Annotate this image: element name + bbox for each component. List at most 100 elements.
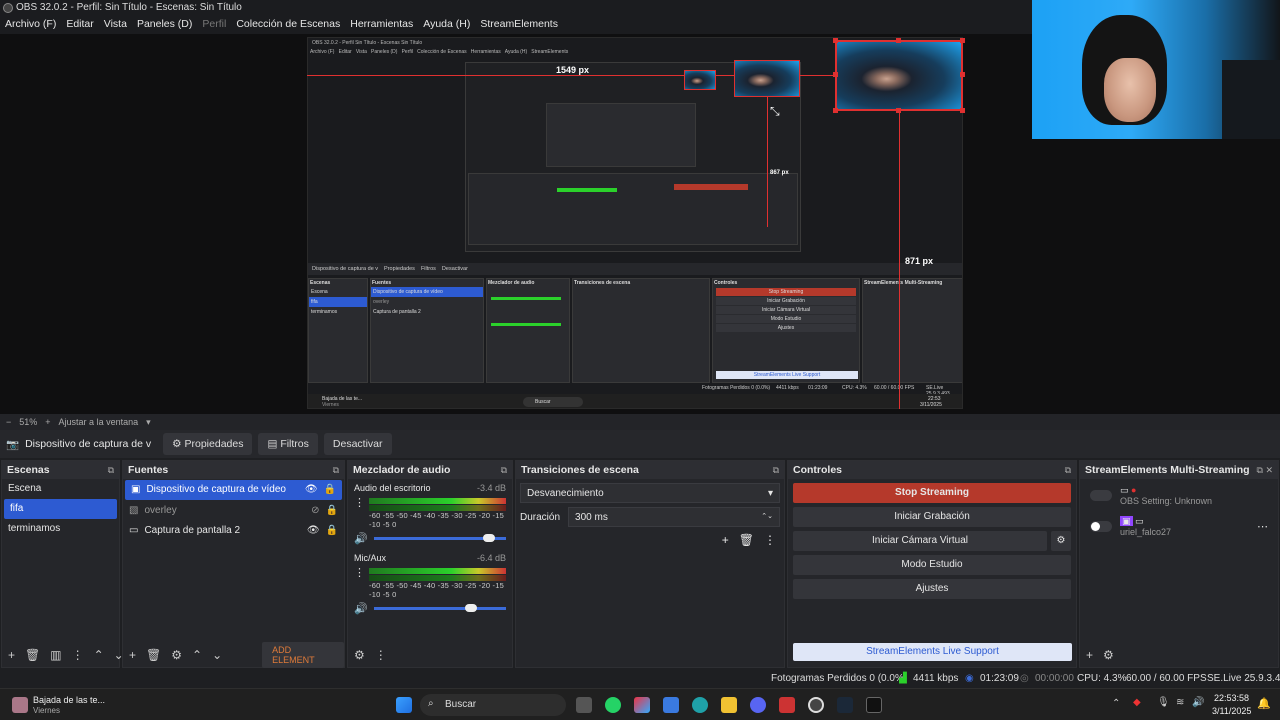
volume-slider[interactable] bbox=[373, 604, 506, 612]
undock-icon[interactable]: ⧉ bbox=[108, 465, 114, 476]
scene-item-terminamos[interactable]: terminamos bbox=[2, 519, 119, 539]
source-item-screen[interactable]: ▭ Captura de pantalla 2 👁 🔒 bbox=[123, 521, 344, 541]
properties-button[interactable]: ⚙ Propiedades bbox=[163, 433, 253, 455]
stop-streaming-button[interactable]: Stop Streaming bbox=[793, 483, 1071, 503]
transition-select[interactable]: Desvanecimiento ▾ bbox=[520, 483, 780, 503]
kebab-icon[interactable]: ⋮ bbox=[72, 648, 84, 662]
volume-icon[interactable]: 🔊 bbox=[1192, 697, 1204, 708]
resize-handle[interactable] bbox=[896, 108, 901, 113]
steam-icon[interactable] bbox=[837, 697, 853, 713]
add-icon[interactable]: + bbox=[722, 533, 729, 547]
advanced-audio-icon[interactable]: ⚙ bbox=[354, 648, 365, 662]
menu-coleccion-escenas[interactable]: Colección de Escenas bbox=[236, 16, 345, 34]
stepper-icon[interactable]: ⌃⌄ bbox=[761, 512, 773, 522]
resize-handle[interactable] bbox=[960, 108, 965, 113]
close-icon[interactable]: ⧉ ✕ bbox=[1257, 465, 1273, 476]
task-view-icon[interactable] bbox=[576, 697, 592, 713]
store-icon[interactable] bbox=[663, 697, 679, 713]
lock-icon[interactable]: 🔒 bbox=[326, 525, 338, 537]
fit-dropdown-icon[interactable]: ▾ bbox=[146, 417, 151, 428]
settings-button[interactable]: Ajustes bbox=[793, 579, 1071, 599]
start-recording-button[interactable]: Iniciar Grabación bbox=[793, 507, 1071, 527]
add-element-button[interactable]: ADD ELEMENT bbox=[262, 642, 344, 668]
copilot-icon[interactable] bbox=[634, 697, 650, 713]
volume-knob[interactable] bbox=[464, 604, 477, 612]
menu-perfil[interactable]: Perfil bbox=[202, 16, 231, 34]
scene-item-fifa[interactable]: fifa bbox=[4, 499, 117, 519]
live-support-button[interactable]: StreamElements Live Support bbox=[793, 643, 1072, 661]
kebab-icon[interactable]: ⋮ bbox=[764, 533, 776, 547]
menu-streamelements[interactable]: StreamElements bbox=[480, 16, 563, 34]
menu-archivo[interactable]: Archivo (F) bbox=[5, 16, 61, 34]
wifi-icon[interactable]: ≋ bbox=[1176, 697, 1184, 708]
scene-item-escena[interactable]: Escena bbox=[2, 479, 119, 499]
trash-icon[interactable]: 🗑 bbox=[739, 533, 754, 547]
move-up-icon[interactable]: ⌃ bbox=[94, 648, 104, 662]
media-app-icon[interactable] bbox=[12, 697, 28, 713]
volume-knob[interactable] bbox=[483, 534, 496, 542]
more-icon[interactable]: ⋯ bbox=[1257, 520, 1268, 533]
lock-icon[interactable]: 🔒 bbox=[326, 505, 338, 517]
tray-chevron-icon[interactable]: ⌃ bbox=[1112, 698, 1120, 709]
resize-handle[interactable] bbox=[960, 72, 965, 77]
speaker-icon[interactable]: 🔊 bbox=[354, 532, 368, 545]
camera-source-selected[interactable] bbox=[835, 40, 963, 111]
trash-icon[interactable]: 🗑 bbox=[25, 648, 40, 662]
undock-icon[interactable]: ⧉ bbox=[773, 465, 779, 476]
capcut-icon[interactable] bbox=[866, 697, 882, 713]
eye-icon[interactable]: 👁 bbox=[307, 525, 320, 537]
zoom-in-button[interactable]: + bbox=[45, 417, 50, 427]
notification-icon[interactable]: 🔔 bbox=[1257, 697, 1271, 710]
menu-ayuda[interactable]: Ayuda (H) bbox=[423, 16, 475, 34]
kebab-icon[interactable]: ⋮ bbox=[354, 566, 365, 599]
undock-icon[interactable]: ⧉ bbox=[501, 465, 507, 476]
speaker-icon[interactable]: 🔊 bbox=[354, 602, 368, 615]
gear-icon[interactable]: ⚙ bbox=[171, 648, 182, 662]
trash-icon[interactable]: 🗑 bbox=[146, 648, 161, 662]
move-up-icon[interactable]: ⌃ bbox=[192, 648, 202, 662]
menu-vista[interactable]: Vista bbox=[104, 16, 132, 34]
start-virtual-camera-button[interactable]: Iniciar Cámara Virtual bbox=[793, 531, 1047, 551]
obs-taskbar-icon[interactable] bbox=[808, 697, 824, 713]
toggle-switch[interactable] bbox=[1090, 521, 1112, 532]
add-icon[interactable]: + bbox=[8, 648, 15, 662]
source-item-overley[interactable]: ▧ overley ⊘ 🔒 bbox=[123, 501, 344, 521]
gear-icon[interactable]: ⚙ bbox=[1051, 531, 1071, 551]
fit-to-window[interactable]: Ajustar a la ventana bbox=[59, 417, 139, 427]
clock-time[interactable]: 22:53:58 bbox=[1214, 693, 1249, 703]
eye-icon[interactable]: 👁 bbox=[305, 484, 318, 496]
studio-mode-button[interactable]: Modo Estudio bbox=[793, 555, 1071, 575]
taskbar-search[interactable]: ⌕ Buscar bbox=[420, 694, 566, 716]
resize-handle[interactable] bbox=[896, 38, 901, 43]
filters-button[interactable]: ▤ Filtros bbox=[258, 433, 318, 455]
resize-handle[interactable] bbox=[960, 38, 965, 43]
folder-icon[interactable] bbox=[721, 697, 737, 713]
deactivate-button[interactable]: Desactivar bbox=[323, 433, 392, 455]
tray-app-icon[interactable]: ◆ bbox=[1133, 697, 1141, 708]
resize-handle[interactable] bbox=[833, 72, 838, 77]
edge-icon[interactable] bbox=[692, 697, 708, 713]
kebab-icon[interactable]: ⋮ bbox=[354, 496, 365, 529]
duration-input[interactable]: 300 ms ⌃⌄ bbox=[568, 507, 780, 527]
mail-icon[interactable] bbox=[779, 697, 795, 713]
source-item-camera[interactable]: ▣ Dispositivo de captura de vídeo 👁 🔒 bbox=[125, 480, 342, 500]
kebab-icon[interactable]: ⋮ bbox=[375, 648, 387, 662]
clock-date[interactable]: 3/11/2025 bbox=[1212, 706, 1251, 716]
undock-icon[interactable]: ⧉ bbox=[1065, 465, 1071, 476]
menu-paneles[interactable]: Paneles (D) bbox=[137, 16, 197, 34]
resize-handle[interactable] bbox=[833, 38, 838, 43]
menu-editar[interactable]: Editar bbox=[66, 16, 98, 34]
microphone-icon[interactable]: 🎙 bbox=[1157, 697, 1170, 708]
whatsapp-icon[interactable] bbox=[605, 697, 621, 713]
resize-handle[interactable] bbox=[833, 108, 838, 113]
move-down-icon[interactable]: ⌄ bbox=[212, 648, 222, 662]
eye-hidden-icon[interactable]: ⊘ bbox=[311, 505, 319, 517]
add-icon[interactable]: + bbox=[1086, 648, 1093, 662]
add-icon[interactable]: + bbox=[129, 648, 136, 662]
filter-icon[interactable]: ▥ bbox=[50, 648, 61, 662]
lock-icon[interactable]: 🔒 bbox=[324, 484, 336, 496]
menu-herramientas[interactable]: Herramientas bbox=[350, 16, 418, 34]
zoom-out-button[interactable]: − bbox=[6, 417, 11, 427]
windows-start-icon[interactable] bbox=[396, 697, 412, 713]
undock-icon[interactable]: ⧉ bbox=[333, 465, 339, 476]
